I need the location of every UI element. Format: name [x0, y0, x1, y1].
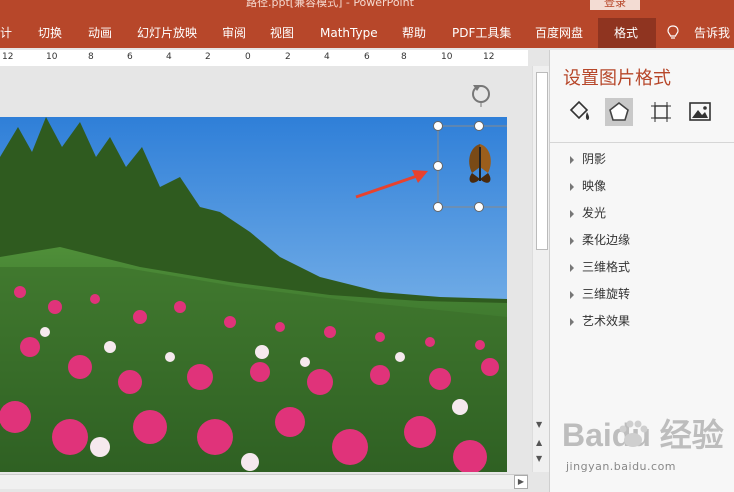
tab-mathtype[interactable]: MathType: [320, 18, 378, 48]
section-soft-edges[interactable]: 柔化边缘: [570, 231, 630, 248]
scroll-down-icon[interactable]: ▼: [536, 420, 542, 429]
scroll-right-icon[interactable]: ▶: [514, 475, 528, 489]
ruler-tick-label: 2: [205, 52, 211, 62]
scrollbar-thumb[interactable]: [536, 72, 548, 250]
watermark-url: jingyan.baidu.com: [566, 460, 677, 473]
login-button[interactable]: 登录: [590, 0, 640, 10]
ruler-tick-label: 6: [364, 52, 370, 62]
baidu-logo: Baidu 经验: [562, 417, 724, 453]
fill-line-icon[interactable]: [565, 98, 593, 126]
pane-divider: [550, 142, 734, 143]
section-label: 发光: [582, 206, 607, 220]
vertical-scrollbar[interactable]: ▼ ▲ ▼: [532, 66, 549, 472]
rotate-handle-icon[interactable]: [468, 81, 494, 107]
watermark-brand: Baidu 经验: [562, 417, 724, 453]
ruler-tick-label: 8: [401, 52, 407, 62]
section-3d-format[interactable]: 三维格式: [570, 258, 630, 275]
ruler-tick-label: 0: [245, 52, 251, 62]
section-shadow[interactable]: 阴影: [570, 150, 606, 167]
ruler-tick-label: 10: [46, 52, 58, 62]
title-bar: 路径.ppt[兼容模式] - PowerPoint 登录: [0, 0, 734, 18]
section-artistic-effects[interactable]: 艺术效果: [570, 312, 630, 329]
ruler-tick-label: 8: [88, 52, 94, 62]
next-slide-icon[interactable]: ▼: [536, 454, 542, 463]
section-label: 柔化边缘: [582, 233, 631, 247]
tab-transitions[interactable]: 切换: [38, 18, 62, 48]
tab-baidu-netdisk[interactable]: 百度网盘: [535, 18, 583, 48]
tab-view[interactable]: 视图: [270, 18, 294, 48]
section-glow[interactable]: 发光: [570, 204, 606, 221]
scrollbar-track[interactable]: [0, 474, 528, 489]
effects-icon[interactable]: [605, 98, 633, 126]
section-reflection[interactable]: 映像: [570, 177, 606, 194]
slide-canvas[interactable]: [0, 117, 507, 472]
butterfly-image: [469, 144, 491, 183]
size-properties-icon[interactable]: [647, 98, 675, 126]
caret-right-icon: [570, 290, 574, 299]
tab-review[interactable]: 审阅: [222, 18, 246, 48]
caret-right-icon: [570, 263, 574, 272]
ribbon-tabs: 计 切换 动画 幻灯片放映 审阅 视图 MathType 帮助 PDF工具集 百…: [0, 18, 734, 48]
lightbulb-icon[interactable]: [666, 25, 680, 41]
window-title: 路径.ppt[兼容模式] - PowerPoint: [246, 0, 414, 9]
pentagon-icon: [609, 101, 629, 121]
section-label: 艺术效果: [582, 314, 631, 328]
tab-design[interactable]: 计: [0, 18, 12, 48]
section-label: 三维旋转: [582, 287, 631, 301]
previous-slide-icon[interactable]: ▲: [536, 438, 542, 447]
caret-right-icon: [570, 209, 574, 218]
section-label: 映像: [582, 179, 607, 193]
caret-right-icon: [570, 317, 574, 326]
tab-slideshow[interactable]: 幻灯片放映: [137, 18, 197, 48]
picture-icon[interactable]: [686, 98, 714, 126]
baidu-watermark: Baidu 经验 jingyan.baidu.com: [560, 410, 730, 476]
landscape-photo: [0, 117, 507, 472]
tab-help[interactable]: 帮助: [402, 18, 426, 48]
caret-right-icon: [570, 236, 574, 245]
horizontal-ruler: 12 10 8 6 4 2 0 2 4 6 8 10 12: [0, 50, 528, 67]
ruler-tick-label: 4: [166, 52, 172, 62]
slide-editing-area: [0, 66, 530, 472]
tab-animations[interactable]: 动画: [88, 18, 112, 48]
tab-pdf-tools[interactable]: PDF工具集: [452, 18, 511, 48]
ruler-tick-label: 10: [441, 52, 453, 62]
pane-title: 设置图片格式: [563, 68, 671, 89]
ruler-tick-label: 4: [324, 52, 330, 62]
section-3d-rotation[interactable]: 三维旋转: [570, 285, 630, 302]
ruler-tick-label: 12: [483, 52, 495, 62]
tab-format[interactable]: 格式: [614, 18, 638, 48]
ruler-tick-label: 2: [285, 52, 291, 62]
caret-right-icon: [570, 182, 574, 191]
ruler-tick-label: 6: [127, 52, 133, 62]
caret-right-icon: [570, 155, 574, 164]
ruler-tick-label: 12: [2, 52, 14, 62]
tell-me-input[interactable]: 告诉我: [694, 18, 730, 48]
horizontal-scrollbar[interactable]: ▶: [0, 472, 548, 492]
section-label: 三维格式: [582, 260, 631, 274]
section-label: 阴影: [582, 152, 607, 166]
